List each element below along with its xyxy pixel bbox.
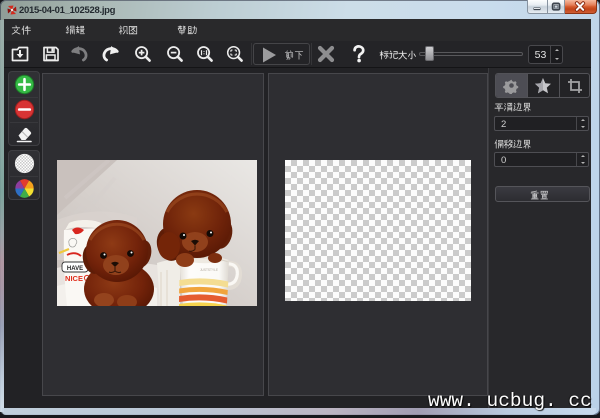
svg-text:HAVE: HAVE <box>67 266 83 272</box>
svg-text:JUSTSTYLE: JUSTSTYLE <box>200 268 218 272</box>
svg-text:NICE: NICE <box>65 274 83 283</box>
